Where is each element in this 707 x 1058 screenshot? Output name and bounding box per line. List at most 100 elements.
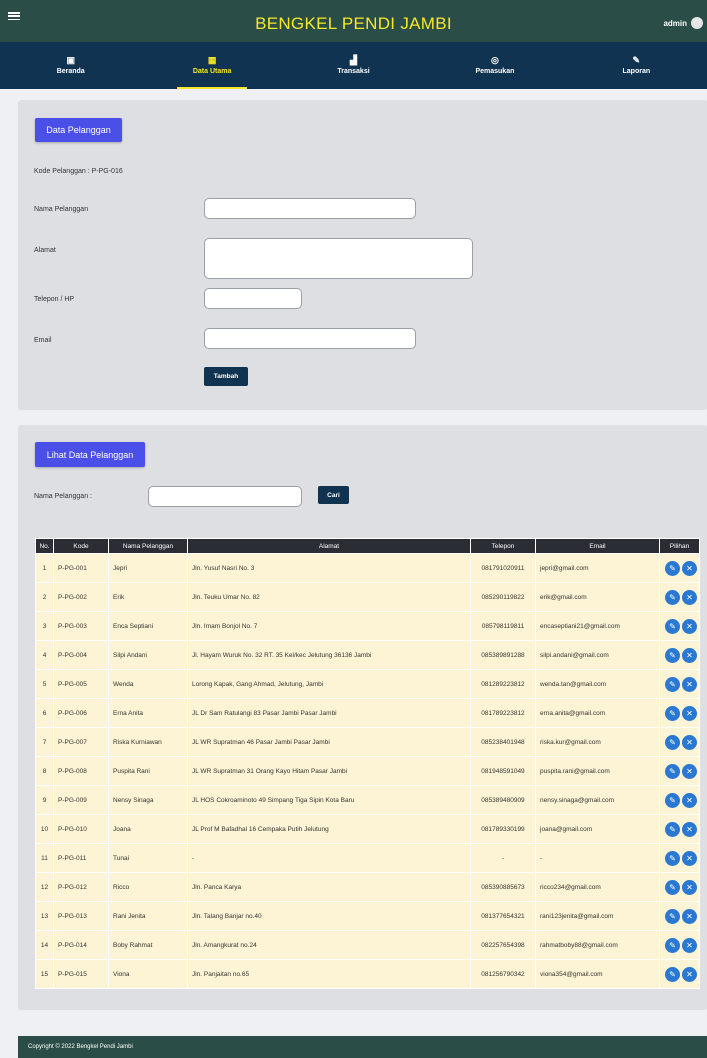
- cell-actions: ✎ ✕: [659, 959, 700, 989]
- lihat-data-pelanggan-button[interactable]: Lihat Data Pelanggan: [35, 442, 145, 467]
- edit-icon[interactable]: ✎: [665, 879, 680, 895]
- search-name-label: Nama Pelanggan :: [34, 493, 92, 500]
- cell-actions: ✎ ✕: [659, 640, 700, 670]
- nav-label: Beranda: [56, 68, 85, 75]
- edit-icon[interactable]: ✎: [665, 821, 680, 837]
- cell-no: 9: [35, 785, 54, 815]
- delete-icon[interactable]: ✕: [682, 879, 697, 895]
- table-row: 7 P-PG-007 Riska Kurniawan JL WR Supratman …: [35, 727, 700, 757]
- cell-telepon: 081948591049: [470, 756, 536, 786]
- nav-item-laporan[interactable]: ✎ Laporan: [566, 42, 707, 89]
- cell-no: 2: [35, 582, 54, 612]
- tambah-button[interactable]: Tambah: [204, 367, 248, 386]
- edit-icon[interactable]: ✎: [665, 676, 680, 692]
- edit-icon[interactable]: ✎: [665, 618, 680, 634]
- data-pelanggan-button[interactable]: Data Pelanggan: [35, 118, 122, 142]
- cell-telepon: 081789330199: [470, 814, 536, 844]
- nav-item-transaksi[interactable]: ▟ Transaksi: [283, 42, 424, 89]
- delete-icon[interactable]: ✕: [682, 676, 697, 692]
- header-pilihan: Pilihan: [659, 538, 700, 554]
- delete-icon[interactable]: ✕: [682, 821, 697, 837]
- user-menu[interactable]: admin: [663, 17, 703, 29]
- table-row: 8 P-PG-008 Puspita Rani JL WR Supratman 31 …: [35, 756, 700, 786]
- cell-nama: Wenda: [108, 669, 188, 699]
- table-header-row: No. Kode Nama Pelanggan Alamat Telepon E…: [35, 538, 700, 554]
- table-row: 6 P-PG-006 Erna Anita JL Dr Sam Ratulangi 8…: [35, 698, 700, 728]
- nama-pelanggan-label: Nama Pelanggan: [34, 206, 89, 213]
- avatar: [691, 17, 703, 29]
- user-name: admin: [663, 18, 687, 28]
- edit-icon[interactable]: ✎: [665, 763, 680, 779]
- cell-email: rahmatboby88@gmail.com: [535, 930, 660, 960]
- delete-icon[interactable]: ✕: [682, 792, 697, 808]
- customer-list-card: Lihat Data Pelanggan Nama Pelanggan : Ca…: [18, 425, 707, 1010]
- edit-icon[interactable]: ✎: [665, 966, 680, 982]
- header-alamat: Alamat: [187, 538, 471, 554]
- cell-no: 15: [35, 959, 54, 989]
- cell-email: viona354@gmail.com: [535, 959, 660, 989]
- delete-icon[interactable]: ✕: [682, 647, 697, 663]
- cell-actions: ✎ ✕: [659, 785, 700, 815]
- customer-table: No. Kode Nama Pelanggan Alamat Telepon E…: [35, 538, 700, 989]
- telepon-label: Telepon / HP: [34, 296, 75, 303]
- cell-kode: P-PG-009: [53, 785, 109, 815]
- cell-no: 4: [35, 640, 54, 670]
- cell-email: encaseptiani21@gmail.com: [535, 611, 660, 641]
- cell-email: -: [535, 843, 660, 873]
- cell-alamat: JL WR Supratman 31 Orang Kayo Hitam Pasa…: [187, 756, 471, 786]
- cell-kode: P-PG-014: [53, 930, 109, 960]
- cell-nama: Viona: [108, 959, 188, 989]
- nav-item-pemasukan[interactable]: ◎ Pemasukan: [424, 42, 565, 89]
- delete-icon[interactable]: ✕: [682, 734, 697, 750]
- cell-no: 5: [35, 669, 54, 699]
- cell-alamat: Lorong Kapak, Gang Ahmad, Jelutung, Jamb…: [187, 669, 471, 699]
- delete-icon[interactable]: ✕: [682, 618, 697, 634]
- delete-icon[interactable]: ✕: [682, 560, 697, 576]
- nav-item-beranda[interactable]: ▣ Beranda: [0, 42, 141, 89]
- cell-nama: Nensy Sinaga: [108, 785, 188, 815]
- telepon-input[interactable]: [204, 288, 302, 309]
- delete-icon[interactable]: ✕: [682, 908, 697, 924]
- nav-label: Laporan: [622, 68, 651, 75]
- table-row: 3 P-PG-003 Enca Septiani Jln. Imam Bonjol N…: [35, 611, 700, 641]
- nav-label: Pemasukan: [475, 68, 515, 75]
- edit-icon[interactable]: ✎: [665, 908, 680, 924]
- delete-icon[interactable]: ✕: [682, 850, 697, 866]
- alamat-label: Alamat: [34, 247, 56, 254]
- delete-icon[interactable]: ✕: [682, 763, 697, 779]
- cell-telepon: -: [470, 843, 536, 873]
- delete-icon[interactable]: ✕: [682, 966, 697, 982]
- cell-kode: P-PG-004: [53, 640, 109, 670]
- cell-actions: ✎ ✕: [659, 727, 700, 757]
- top-bar: BENGKEL PENDI JAMBI admin: [0, 0, 707, 42]
- cell-alamat: Jln. Panca Karya: [187, 872, 471, 902]
- delete-icon[interactable]: ✕: [682, 937, 697, 953]
- edit-icon[interactable]: ✎: [665, 937, 680, 953]
- cell-telepon: 082257654398: [470, 930, 536, 960]
- table-row: 12 P-PG-012 Ricco Jln. Panca Karya 085390885…: [35, 872, 700, 902]
- edit-icon[interactable]: ✎: [665, 705, 680, 721]
- edit-icon[interactable]: ✎: [665, 734, 680, 750]
- cell-actions: ✎ ✕: [659, 553, 700, 583]
- cell-nama: Tunai: [108, 843, 188, 873]
- edit-icon[interactable]: ✎: [665, 850, 680, 866]
- cell-actions: ✎ ✕: [659, 611, 700, 641]
- nav-item-data-utama[interactable]: ▦ Data Utama: [141, 42, 282, 89]
- nama-pelanggan-input[interactable]: [204, 198, 416, 219]
- alamat-textarea[interactable]: [204, 238, 473, 279]
- delete-icon[interactable]: ✕: [682, 705, 697, 721]
- cell-no: 6: [35, 698, 54, 728]
- header-no: No.: [35, 538, 54, 554]
- edit-icon[interactable]: ✎: [665, 792, 680, 808]
- cell-actions: ✎ ✕: [659, 698, 700, 728]
- edit-icon[interactable]: ✎: [665, 647, 680, 663]
- email-input[interactable]: [204, 328, 416, 349]
- edit-icon[interactable]: ✎: [665, 560, 680, 576]
- delete-icon[interactable]: ✕: [682, 589, 697, 605]
- search-input[interactable]: [148, 486, 302, 507]
- cari-button[interactable]: Cari: [318, 486, 349, 504]
- cell-alamat: Jln. Teuku Umar No. 82: [187, 582, 471, 612]
- cell-email: erik@gmail.com: [535, 582, 660, 612]
- cell-actions: ✎ ✕: [659, 930, 700, 960]
- edit-icon[interactable]: ✎: [665, 589, 680, 605]
